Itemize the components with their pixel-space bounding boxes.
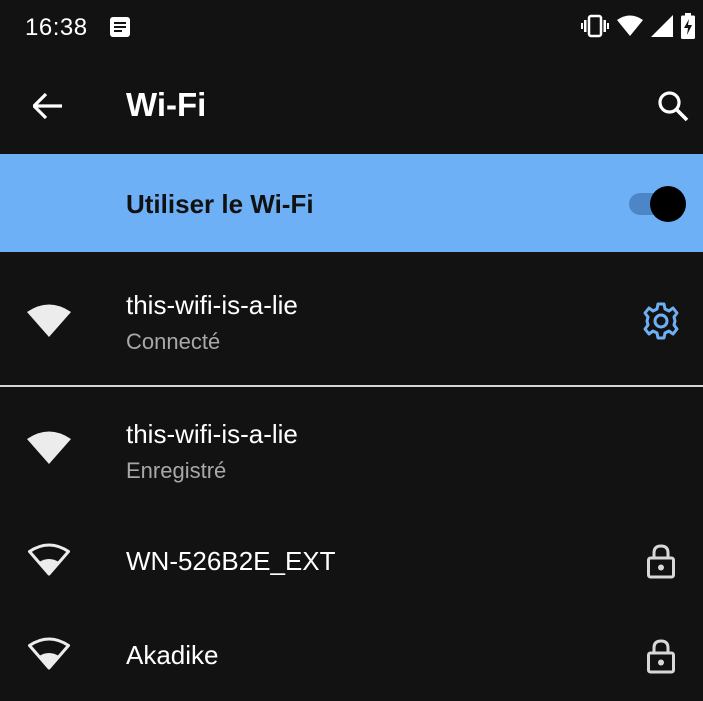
battery-charging-icon: [681, 12, 695, 44]
wifi-settings-screen: 16:38 Wi-Fi Utiliser le Wi-Fi this-wifi-…: [0, 0, 703, 701]
lock-icon: [647, 544, 675, 579]
network-item-secured[interactable]: Akadike: [0, 607, 703, 701]
settings-gear-icon: [643, 302, 679, 340]
search-button[interactable]: [649, 82, 697, 130]
lock-icon-wrapper: [639, 539, 683, 583]
back-button[interactable]: [22, 82, 74, 130]
network-item-connected[interactable]: this-wifi-is-a-lie Connecté: [0, 252, 703, 384]
network-settings-button[interactable]: [639, 299, 683, 343]
page-title: Wi-Fi: [126, 86, 207, 123]
cell-signal-icon: [651, 14, 673, 42]
network-name: WN-526B2E_EXT: [126, 546, 336, 576]
notification-message-icon: [110, 17, 130, 37]
wifi-full-signal-icon: [27, 431, 71, 465]
status-time: 16:38: [25, 14, 88, 41]
app-bar: Wi-Fi: [0, 58, 703, 154]
network-status: Enregistré: [126, 458, 227, 483]
lock-icon-wrapper: [639, 634, 683, 678]
use-wifi-label: Utiliser le Wi-Fi: [126, 189, 314, 219]
status-icons: [581, 12, 695, 44]
vibrate-icon: [581, 14, 609, 43]
arrow-back-icon: [33, 93, 62, 119]
wifi-toggle-thumb[interactable]: [650, 186, 686, 222]
network-name: this-wifi-is-a-lie: [126, 419, 298, 449]
search-icon: [658, 91, 689, 122]
wifi-low-signal-icon: [27, 637, 71, 671]
use-wifi-switch-row[interactable]: Utiliser le Wi-Fi: [0, 154, 703, 252]
network-status: Connecté: [126, 329, 221, 354]
network-name: this-wifi-is-a-lie: [126, 290, 298, 320]
lock-icon: [647, 639, 675, 674]
network-item-saved[interactable]: this-wifi-is-a-lie Enregistré: [0, 387, 703, 515]
wifi-signal-icon: [617, 15, 643, 42]
wifi-low-signal-icon: [27, 543, 71, 577]
status-bar: 16:38: [0, 0, 703, 58]
network-item-secured[interactable]: WN-526B2E_EXT: [0, 515, 703, 607]
network-name: Akadike: [126, 640, 219, 670]
wifi-full-signal-icon: [27, 304, 71, 338]
